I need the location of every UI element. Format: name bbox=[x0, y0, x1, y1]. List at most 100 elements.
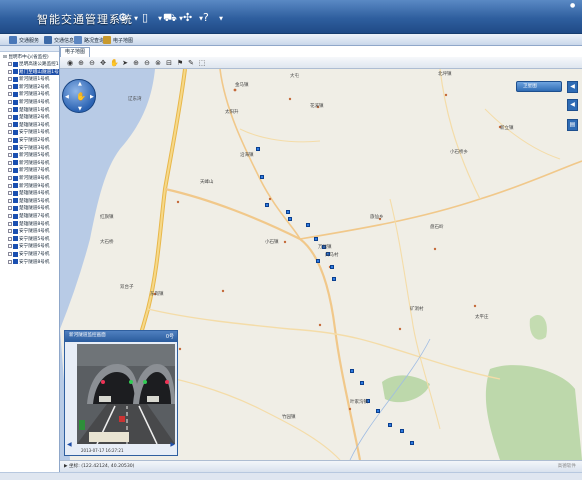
expand-icon[interactable] bbox=[8, 69, 12, 74]
prev-arrow-icon[interactable]: ◀ bbox=[67, 441, 72, 448]
zoom-in-icon[interactable]: ⊕ bbox=[132, 59, 140, 67]
camera-marker-icon[interactable] bbox=[316, 259, 320, 263]
clear-icon[interactable]: ⊗ bbox=[154, 59, 162, 67]
tree-item[interactable]: 安宁隧道6号机 bbox=[8, 243, 50, 249]
camera-marker-icon[interactable] bbox=[330, 265, 334, 269]
pan-left-icon[interactable]: ◀ bbox=[65, 94, 69, 100]
expand-icon[interactable] bbox=[8, 229, 12, 234]
select-icon[interactable]: ⬚ bbox=[198, 59, 206, 67]
tree-item[interactable]: 昆明高速公路监控1 bbox=[8, 61, 59, 67]
pan-icon[interactable]: ✥ bbox=[99, 59, 107, 67]
expand-icon[interactable] bbox=[8, 77, 12, 82]
tree-item[interactable]: 楚雄隧道6号机 bbox=[8, 205, 50, 211]
camera-marker-icon[interactable] bbox=[388, 423, 392, 427]
zoom-out-icon[interactable]: ⊖ bbox=[143, 59, 151, 67]
camera-marker-icon[interactable] bbox=[376, 409, 380, 413]
expand-icon[interactable] bbox=[8, 183, 12, 188]
expand-icon[interactable] bbox=[8, 115, 12, 120]
play-icon[interactable]: ▶ bbox=[64, 464, 68, 469]
car-icon[interactable]: ⛟ ▼ bbox=[163, 11, 183, 25]
camera-marker-icon[interactable] bbox=[265, 203, 269, 207]
zoom-in-circle-icon[interactable]: ⊕ bbox=[77, 59, 85, 67]
toolbar-button-e-map[interactable]: 电子地图 bbox=[103, 35, 133, 45]
flag-icon[interactable]: ⚑ bbox=[176, 59, 184, 67]
camera-marker-icon[interactable] bbox=[332, 277, 336, 281]
tree-item[interactable]: 新河隧道4号机 bbox=[8, 99, 50, 105]
edit-icon[interactable]: ✎ bbox=[187, 59, 195, 67]
camera-marker-icon[interactable] bbox=[256, 147, 260, 151]
camera-marker-icon[interactable] bbox=[410, 441, 414, 445]
expand-icon[interactable] bbox=[8, 145, 12, 150]
collapse-arrow-icon[interactable]: ◀ bbox=[567, 99, 578, 111]
tree-item[interactable]: 安宁隧道1号机 bbox=[8, 129, 50, 135]
expand-icon[interactable] bbox=[8, 221, 12, 226]
next-arrow-icon[interactable]: ▶ bbox=[170, 441, 175, 448]
tree-item[interactable]: 新河隧道6号机 bbox=[8, 160, 50, 166]
tree-item[interactable]: 楚雄隧道5号机 bbox=[8, 198, 50, 204]
layer-switch-button[interactable]: 卫星图 bbox=[516, 81, 562, 92]
expand-icon[interactable] bbox=[8, 92, 12, 97]
tree-item[interactable]: 新河隧道1号机 bbox=[8, 76, 50, 82]
expand-icon[interactable] bbox=[8, 122, 12, 127]
camera-marker-icon[interactable] bbox=[288, 217, 292, 221]
expand-icon[interactable] bbox=[8, 138, 12, 142]
globe-icon[interactable]: ◉ bbox=[66, 59, 74, 67]
expand-icon[interactable] bbox=[8, 259, 12, 264]
tree-item[interactable]: 安宁隧道4号机 bbox=[8, 228, 50, 234]
camera-marker-icon[interactable] bbox=[260, 175, 264, 179]
pointer-icon[interactable]: ➤ bbox=[121, 59, 129, 67]
panel-toggle-icon[interactable]: ▤ bbox=[567, 119, 578, 131]
expand-icon[interactable] bbox=[8, 130, 12, 135]
tree-item[interactable]: 易门至峨山隧道1号 bbox=[8, 68, 59, 75]
tree-item[interactable]: 新河隧道8号机 bbox=[8, 175, 50, 181]
expand-icon[interactable] bbox=[8, 206, 12, 211]
zoom-out-circle-icon[interactable]: ⊖ bbox=[88, 59, 96, 67]
collapse-arrow-icon[interactable]: ◀ bbox=[567, 81, 578, 93]
pan-down-icon[interactable]: ▼ bbox=[78, 106, 82, 112]
expand-icon[interactable] bbox=[8, 100, 12, 104]
toolbar-button-traffic-service[interactable]: 交通服务 bbox=[9, 35, 39, 45]
camera-marker-icon[interactable] bbox=[286, 210, 290, 214]
camera-marker-icon[interactable] bbox=[314, 237, 318, 241]
tree-item[interactable]: 安宁隧道8号机 bbox=[8, 259, 50, 265]
toolbar-button-road-query[interactable]: 路况查询 bbox=[74, 35, 104, 45]
pan-up-icon[interactable]: ▲ bbox=[78, 81, 82, 87]
tree-item[interactable]: 楚雄隧道2号机 bbox=[8, 114, 50, 120]
tree-item[interactable]: 安宁隧道3号机 bbox=[8, 145, 50, 151]
tree-root[interactable]: ⊟ 昆明市中心(省监控) bbox=[3, 54, 49, 60]
camera-marker-icon[interactable] bbox=[306, 223, 310, 227]
tree-item[interactable]: 安宁隧道7号机 bbox=[8, 251, 50, 257]
tree-item[interactable]: 安宁隧道5号机 bbox=[8, 236, 50, 242]
minus-icon[interactable]: ⊟ bbox=[3, 55, 7, 60]
tree-item[interactable]: 安宁隧道2号机 bbox=[8, 137, 50, 143]
expand-icon[interactable] bbox=[8, 153, 12, 158]
window-menu-icon[interactable]: ● bbox=[570, 2, 578, 10]
tree-item[interactable]: 楚雄隧道8号机 bbox=[8, 221, 50, 227]
phone-icon[interactable]: ▯ ▼ bbox=[142, 11, 162, 25]
measure-icon[interactable]: ⊟ bbox=[165, 59, 173, 67]
expand-icon[interactable] bbox=[8, 214, 12, 218]
video-popup[interactable]: 新河隧道监控画面 0号 ◀ ▶ 2013-07-17 16:27:21 bbox=[64, 330, 178, 456]
expand-icon[interactable] bbox=[8, 191, 12, 196]
tree-item[interactable]: 新河隧道2号机 bbox=[8, 84, 50, 90]
tree-item[interactable]: 楚雄隧道3号机 bbox=[8, 122, 50, 128]
expand-icon[interactable] bbox=[8, 107, 12, 112]
tree-item[interactable]: 楚雄隧道4号机 bbox=[8, 190, 50, 196]
tree-item[interactable]: 新河隧道9号机 bbox=[8, 183, 50, 189]
expand-icon[interactable] bbox=[8, 160, 12, 165]
tree-item[interactable]: 楚雄隧道1号机 bbox=[8, 107, 50, 113]
expand-icon[interactable] bbox=[8, 236, 12, 241]
toolbar-button-traffic-info[interactable]: 交通信息 bbox=[44, 35, 74, 45]
tree-item[interactable]: 新河隧道5号机 bbox=[8, 152, 50, 158]
gear-icon[interactable]: ⚙ ▼ bbox=[118, 11, 138, 25]
video-frame[interactable] bbox=[77, 344, 175, 444]
tree-item[interactable]: 新河隧道7号机 bbox=[8, 167, 50, 173]
expand-icon[interactable] bbox=[8, 244, 12, 249]
tree-item[interactable]: 楚雄隧道7号机 bbox=[8, 213, 50, 219]
expand-icon[interactable] bbox=[8, 84, 12, 89]
expand-icon[interactable] bbox=[8, 62, 12, 66]
expand-icon[interactable] bbox=[8, 252, 12, 256]
hand-icon[interactable]: ✋ bbox=[110, 59, 119, 67]
camera-marker-icon[interactable] bbox=[360, 381, 364, 385]
pan-control[interactable]: ▲ ▼ ◀ ▶ ✋ bbox=[62, 79, 96, 113]
